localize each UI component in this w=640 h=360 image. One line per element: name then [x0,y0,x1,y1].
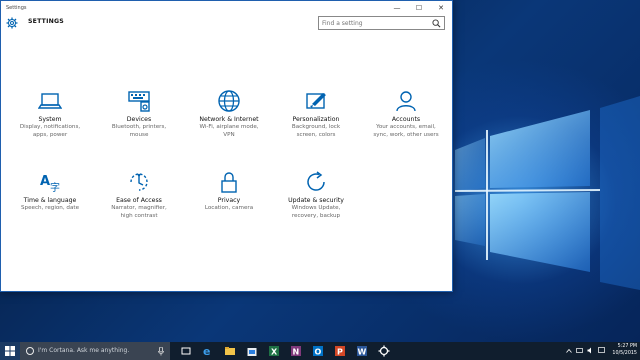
onenote-icon[interactable]: N [290,345,302,357]
excel-icon[interactable]: X [268,345,280,357]
chevron-up-icon[interactable] [566,348,572,354]
tile-description: Location, camera [204,205,254,211]
tile-label: Devices [126,116,152,123]
tile-description: Windows Update, [291,205,341,211]
tile-time-language[interactable]: A 字 Time & language Speech, region, date [10,171,90,231]
tile-label: Ease of Access [116,197,162,204]
taskbar: I'm Cortana. Ask me anything. e X N O P … [0,342,640,360]
tile-update-security[interactable]: Update & security Windows Update, recove… [276,171,356,231]
tile-description: Background, lock [291,124,341,130]
network-icon[interactable] [576,348,583,354]
tile-description: screen, colors [296,131,336,138]
tile-description: sync, work, other users [373,131,439,138]
tile-description: Bluetooth, printers, [111,124,167,130]
tile-description: mouse [129,131,149,138]
microphone-icon[interactable] [158,347,164,356]
edge-icon[interactable]: e [202,345,214,357]
task-view-icon[interactable] [180,345,192,357]
word-icon[interactable]: W [356,345,368,357]
svg-text:O: O [315,348,322,357]
lock-icon [221,172,237,193]
tile-ease-of-access[interactable]: Ease of Access Narrator, magnifier, high… [99,171,179,231]
outlook-icon[interactable]: O [312,345,324,357]
tile-network-internet[interactable]: Network & Internet Wi-Fi, airplane mode,… [189,90,269,150]
tile-description: Your accounts, email, [376,124,436,130]
svg-text:N: N [293,348,300,357]
tile-label: Time & language [23,197,77,204]
message-icon[interactable] [598,347,605,354]
maximize-button[interactable]: ☐ [408,1,430,14]
tile-personalization[interactable]: Personalization Background, lock screen,… [276,90,356,150]
language-icon: A 字 [40,174,60,193]
tile-privacy[interactable]: Privacy Location, camera [189,171,269,231]
search-icon[interactable] [432,19,441,28]
cortana-search-box[interactable]: I'm Cortana. Ask me anything. [20,342,170,360]
tile-description: Wi-Fi, airplane mode, [199,124,259,130]
svg-text:字: 字 [50,181,60,193]
tile-system[interactable]: System Display, notifications, apps, pow… [10,90,90,150]
laptop-icon [38,93,62,109]
close-button[interactable]: ✕ [430,1,452,14]
gear-icon [6,17,18,29]
tile-description: recovery, backup [291,212,341,219]
powerpoint-icon[interactable]: P [334,345,346,357]
tile-label: System [38,116,62,123]
settings-window: Settings — ☐ ✕ SETTINGS Find a setting S… [0,0,453,292]
svg-text:W: W [358,348,367,357]
settings-header: SETTINGS [1,14,452,34]
tile-accounts[interactable]: Accounts Your accounts, email, sync, wor… [366,90,446,150]
paint-icon [306,93,326,109]
tile-description: Narrator, magnifier, [111,205,167,211]
page-title: SETTINGS [28,18,64,25]
cortana-icon [26,347,34,355]
clock-date: 10/5/2015 [612,350,637,356]
refresh-icon [307,171,325,191]
tile-description: VPN [223,131,235,138]
tile-label: Accounts [391,116,421,123]
tile-description: apps, power [32,131,68,138]
svg-text:X: X [271,348,278,357]
globe-icon [218,90,240,112]
tile-label: Network & Internet [199,116,259,123]
devices-icon [128,91,150,112]
tile-devices[interactable]: Devices Bluetooth, printers, mouse [99,90,179,150]
tile-label: Privacy [217,197,241,204]
person-icon [396,91,416,112]
clock[interactable]: 5:27 PM 10/5/2015 [612,344,637,357]
start-button[interactable] [0,342,20,360]
tile-description: Display, notifications, [19,124,81,130]
window-controls: — ☐ ✕ [386,1,452,14]
minimize-button[interactable]: — [386,1,408,14]
tile-label: Update & security [288,197,344,204]
tile-label: Personalization [292,116,340,123]
search-box[interactable] [318,16,445,30]
ease-of-access-icon [130,173,148,191]
file-explorer-icon[interactable] [224,345,236,357]
search-input[interactable] [322,19,427,28]
svg-text:e: e [203,345,210,357]
svg-text:P: P [337,348,343,357]
tile-description: high contrast [120,212,158,219]
windows-start-icon [5,346,15,356]
store-icon[interactable] [246,345,258,357]
volume-icon[interactable] [587,347,594,354]
system-tray: 5:27 PM 10/5/2015 [560,342,640,360]
title-bar[interactable]: Settings — ☐ ✕ [1,1,452,14]
svg-text:A: A [40,174,50,189]
tile-description: Speech, region, date [20,205,80,211]
window-title: Settings [6,4,27,11]
cortana-placeholder: I'm Cortana. Ask me anything. [38,347,130,354]
settings-icon[interactable] [378,345,390,357]
